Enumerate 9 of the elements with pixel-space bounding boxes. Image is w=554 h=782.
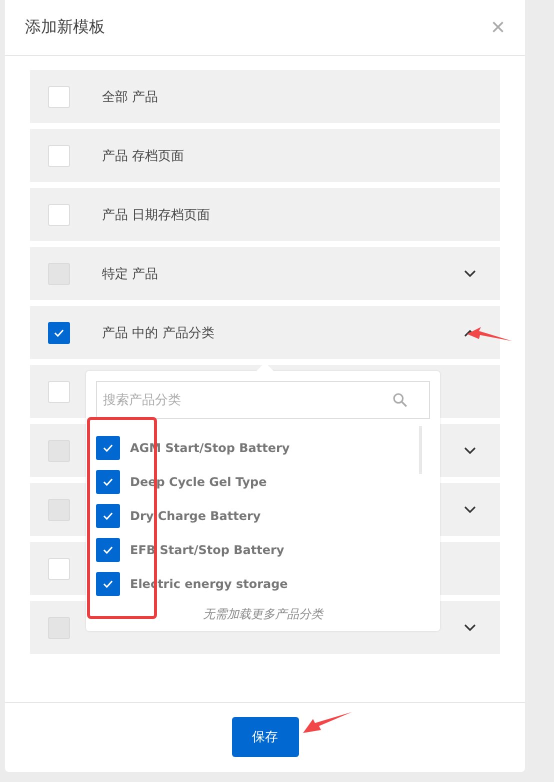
- option-label: 产品 存档页面: [102, 148, 184, 164]
- no-more-note: 无需加载更多产品分类: [202, 606, 325, 623]
- category-label: Dry Charge Battery: [130, 509, 261, 523]
- option-label: 特定 产品: [102, 266, 158, 282]
- category-label: EFB Start/Stop Battery: [130, 543, 284, 557]
- option-label: 产品 日期存档页面: [102, 206, 210, 224]
- option-label: 全部 产品: [102, 88, 158, 106]
- dialog-title: 添加新模板: [25, 17, 105, 38]
- option-label: 产品 中的 产品分类: [102, 324, 214, 342]
